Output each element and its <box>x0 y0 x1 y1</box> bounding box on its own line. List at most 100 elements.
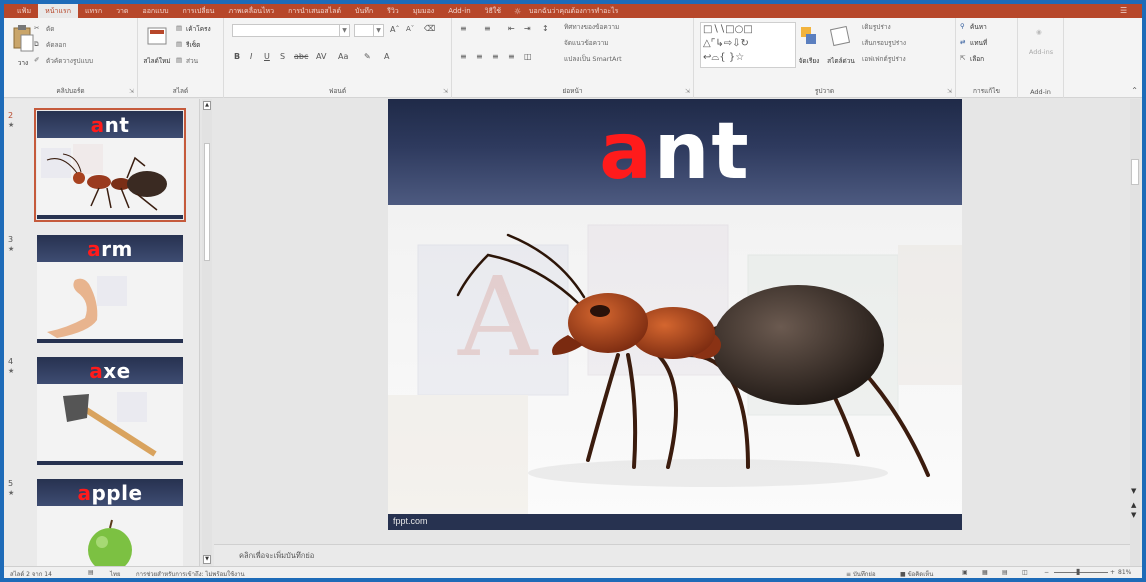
notes-toggle[interactable]: ≡ บันทึกย่อ <box>846 569 876 578</box>
arrange-button[interactable]: จัดเรียง <box>794 56 824 66</box>
font-family-combo[interactable]: ▼ <box>232 24 350 37</box>
next-slide-icon[interactable]: ▼ <box>1131 511 1136 519</box>
select-button[interactable]: เลือก <box>970 54 984 64</box>
align-text-button[interactable]: จัดแนวข้อความ <box>564 38 609 48</box>
change-case-icon[interactable]: Aa <box>338 52 348 61</box>
scrollbar-thumb[interactable] <box>1131 159 1139 185</box>
cut-button[interactable]: ตัด <box>46 24 54 34</box>
slide-sorter-icon[interactable]: ▦ <box>982 569 988 576</box>
format-painter-icon[interactable]: ✐ <box>34 56 39 64</box>
scroll-down-icon[interactable]: ▼ <box>1131 487 1136 495</box>
dialog-launcher-icon[interactable]: ⇲ <box>443 88 448 95</box>
zoom-slider[interactable] <box>1054 572 1108 573</box>
accessibility-status[interactable]: การช่วยสำหรับการเข้าถึง: ไม่พร้อมใช้งาน <box>136 569 245 578</box>
chevron-down-icon[interactable]: ▼ <box>373 25 383 36</box>
tab-home[interactable]: หน้าแรก <box>38 4 78 18</box>
numbering-icon[interactable]: ≡ <box>484 24 491 33</box>
zoom-slider-thumb[interactable]: ▮ <box>1076 567 1080 576</box>
shape-effects-button[interactable]: เอฟเฟกต์รูปร่าง <box>862 54 906 64</box>
paste-button[interactable]: วาง <box>10 58 36 68</box>
underline-icon[interactable]: U <box>264 52 270 61</box>
tab-review[interactable]: รีวิว <box>380 4 406 18</box>
thumbnail-item[interactable]: 5 ★ apple <box>4 479 194 566</box>
dialog-launcher-icon[interactable]: ⇲ <box>129 88 134 95</box>
replace-button[interactable]: แทนที่ <box>970 38 987 48</box>
zoom-level[interactable]: 81% <box>1118 569 1131 576</box>
notes-pane[interactable]: คลิกเพื่อจะเพิ่มบันทึกย่อ <box>214 544 1130 566</box>
select-icon[interactable]: ⇱ <box>960 54 965 62</box>
justify-icon[interactable]: ≡ <box>508 52 515 61</box>
quick-styles-button[interactable]: สไตล์ด่วน <box>826 56 856 66</box>
layout-button[interactable]: เค้าโครง <box>186 24 211 34</box>
reset-icon[interactable]: ▤ <box>176 40 182 48</box>
addins-button[interactable]: Add-ins <box>1020 48 1062 56</box>
collapse-ribbon-icon[interactable]: ⌃ <box>1131 86 1138 95</box>
arrange-icon[interactable] <box>800 26 818 48</box>
tab-record[interactable]: บันทึก <box>348 4 380 18</box>
new-slide-icon[interactable] <box>147 26 167 48</box>
spellcheck-icon[interactable]: ▤ <box>88 569 94 576</box>
tab-slideshow[interactable]: การนำเสนอสไลด์ <box>281 4 348 18</box>
scrollbar-thumb[interactable] <box>204 143 210 261</box>
cut-icon[interactable]: ✂ <box>34 24 39 32</box>
dialog-launcher-icon[interactable]: ⇲ <box>947 88 952 95</box>
bullets-icon[interactable]: ≡ <box>460 24 467 33</box>
notes-placeholder[interactable]: คลิกเพื่อจะเพิ่มบันทึกย่อ <box>239 550 314 562</box>
grow-font-icon[interactable]: Aˆ <box>390 25 399 34</box>
char-spacing-icon[interactable]: AV <box>316 52 326 61</box>
tab-help[interactable]: วิธีใช้ <box>478 4 508 18</box>
shrink-font-icon[interactable]: Aˇ <box>406 25 414 33</box>
search-icon[interactable]: ⚲ <box>960 22 965 30</box>
zoom-in-icon[interactable]: + <box>1110 569 1115 576</box>
text-direction-button[interactable]: ทิศทางของข้อความ <box>564 22 619 32</box>
italic-icon[interactable]: I <box>250 52 252 61</box>
comments-toggle[interactable]: ■ ข้อคิดเห็น <box>900 569 933 578</box>
font-size-combo[interactable]: ▼ <box>354 24 384 37</box>
shape-fill-button[interactable]: เติมรูปร่าง <box>862 22 891 32</box>
columns-icon[interactable]: ◫ <box>524 52 532 61</box>
clear-format-icon[interactable]: ⌫ <box>424 24 435 33</box>
tab-transitions[interactable]: การเปลี่ยน <box>176 4 222 18</box>
share-icon[interactable]: ☰ <box>1120 6 1132 16</box>
reading-view-icon[interactable]: ▤ <box>1002 569 1008 576</box>
thumbnail-item[interactable]: 4 ★ axe <box>4 357 194 472</box>
layout-icon[interactable]: ▤ <box>176 24 182 32</box>
new-slide-button[interactable]: สไลด์ใหม่ <box>140 56 174 66</box>
quick-styles-icon[interactable] <box>830 26 850 48</box>
reset-button[interactable]: รีเซ็ต <box>186 40 200 50</box>
scroll-down-icon[interactable]: ▼ <box>203 555 211 564</box>
ant-photo[interactable]: A B <box>388 205 962 515</box>
thumbnail-item[interactable]: 3 ★ arm <box>4 235 194 350</box>
align-left-icon[interactable]: ≡ <box>460 52 467 61</box>
zoom-out-icon[interactable]: − <box>1044 569 1049 576</box>
replace-icon[interactable]: ⇄ <box>960 38 965 46</box>
slide-canvas[interactable]: ant A fppt.com <box>388 99 962 530</box>
slide-scrollbar[interactable]: ▼ ▲ ▼ <box>1130 99 1140 566</box>
tab-insert[interactable]: แทรก <box>78 4 109 18</box>
tab-view[interactable]: มุมมอง <box>406 4 441 18</box>
highlight-icon[interactable]: ✎ <box>364 52 371 61</box>
shapes-gallery[interactable]: □∖∖□○□ △⌜↳⇨⇩↻ ↩⌓{ }☆ <box>700 22 796 68</box>
dialog-launcher-icon[interactable]: ⇲ <box>685 88 690 95</box>
increase-indent-icon[interactable]: ⇥ <box>524 24 531 33</box>
thumbnail-scrollbar[interactable]: ▲ ▼ <box>202 99 212 566</box>
shadow-icon[interactable]: S <box>280 52 285 61</box>
copy-button[interactable]: คัดลอก <box>46 40 66 50</box>
find-button[interactable]: ค้นหา <box>970 22 987 32</box>
strikethrough-icon[interactable]: abc <box>294 52 308 61</box>
tab-draw[interactable]: วาด <box>109 4 135 18</box>
slide-thumbnail[interactable]: arm <box>37 235 183 343</box>
scroll-up-icon[interactable]: ▲ <box>203 101 211 110</box>
chevron-down-icon[interactable]: ▼ <box>339 25 349 36</box>
thumbnail-item[interactable]: 2 ★ ant <box>4 108 194 226</box>
section-button[interactable]: ส่วน <box>186 56 198 66</box>
tab-file[interactable]: แฟ้ม <box>10 4 38 18</box>
previous-slide-icon[interactable]: ▲ <box>1131 501 1136 509</box>
tell-me-search[interactable]: บอกฉันว่าคุณต้องการทำอะไร <box>523 6 618 17</box>
slide-thumbnail[interactable]: ant <box>34 108 186 222</box>
copy-icon[interactable]: ⧉ <box>34 40 39 49</box>
addins-icon[interactable]: ◉ <box>1036 28 1042 36</box>
font-color-icon[interactable]: A <box>384 52 389 61</box>
format-painter-button[interactable]: ตัวคัดวางรูปแบบ <box>46 56 93 66</box>
slideshow-icon[interactable]: ◫ <box>1022 569 1028 576</box>
